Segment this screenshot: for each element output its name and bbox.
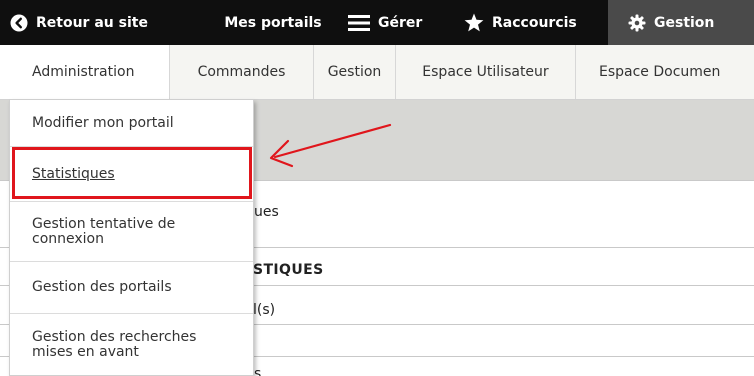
back-to-site-link[interactable]: Retour au site [0, 0, 206, 45]
background-text-s: s [254, 366, 262, 376]
tab-administration-label: Administration [32, 64, 135, 80]
hamburger-icon [348, 14, 370, 32]
tray-tab-bar: Administration Commandes Gestion Espace … [0, 45, 754, 100]
tab-gestion-label: Gestion [327, 64, 382, 80]
background-text-ls: l(s) [253, 302, 276, 318]
menu-item-label-line2: connexion [32, 230, 104, 247]
tab-espace-utilisateur-label: Espace Utilisateur [422, 64, 549, 80]
mes-portails-label: Mes portails [224, 14, 322, 31]
back-to-site-label: Retour au site [36, 14, 148, 31]
menu-item-modifier-portail[interactable]: Modifier mon portail [10, 100, 253, 147]
tab-administration[interactable]: Administration [0, 45, 170, 99]
menu-item-gestion-tentative-connexion[interactable]: Gestion tentative de connexion [10, 202, 253, 262]
menu-item-label: Statistiques [32, 165, 115, 182]
menu-item-label: Gestion des portails [32, 279, 172, 295]
mes-portails-link[interactable]: Mes portails [206, 0, 340, 45]
gestion-tray-button[interactable]: Gestion [608, 0, 754, 45]
gerer-label: Gérer [378, 14, 423, 31]
menu-item-label-line2: mises en avant [32, 344, 139, 360]
gerer-menu-button[interactable]: Gérer [340, 0, 458, 45]
menu-item-label: Gestion tentative de connexion [32, 215, 176, 247]
menu-item-label-line1: Gestion tentative de [32, 215, 176, 232]
tab-commandes[interactable]: Commandes [170, 45, 314, 99]
background-text-ues: ues [254, 204, 279, 220]
raccourcis-label: Raccourcis [492, 14, 577, 31]
tab-espace-documentaire-label: Espace Documen [599, 64, 721, 80]
menu-item-label: Modifier mon portail [32, 114, 174, 131]
menu-item-statistiques[interactable]: Statistiques [10, 147, 253, 202]
tab-gestion[interactable]: Gestion [314, 45, 396, 99]
menu-item-gestion-recherches[interactable]: Gestion des recherches mises en avant [10, 314, 253, 376]
gestion-label: Gestion [654, 14, 715, 31]
administration-dropdown-menu: Modifier mon portail Statistiques Gestio… [9, 99, 254, 376]
tab-espace-utilisateur[interactable]: Espace Utilisateur [396, 45, 576, 99]
menu-item-label: Gestion des recherches mises en avant [32, 330, 196, 360]
background-heading-statistiques: STIQUES [253, 262, 324, 278]
tab-espace-documentaire[interactable]: Espace Documen [576, 45, 754, 99]
raccourcis-button[interactable]: Raccourcis [458, 0, 608, 45]
tab-commandes-label: Commandes [197, 64, 286, 80]
menu-item-gestion-portails[interactable]: Gestion des portails [10, 262, 253, 314]
menu-item-label-line1: Gestion des recherches [32, 329, 197, 345]
admin-toolbar: Retour au site Mes portails Gérer Raccou… [0, 0, 754, 45]
gear-icon [628, 14, 646, 32]
star-icon [464, 13, 484, 32]
chevron-left-circle-icon [10, 14, 28, 32]
